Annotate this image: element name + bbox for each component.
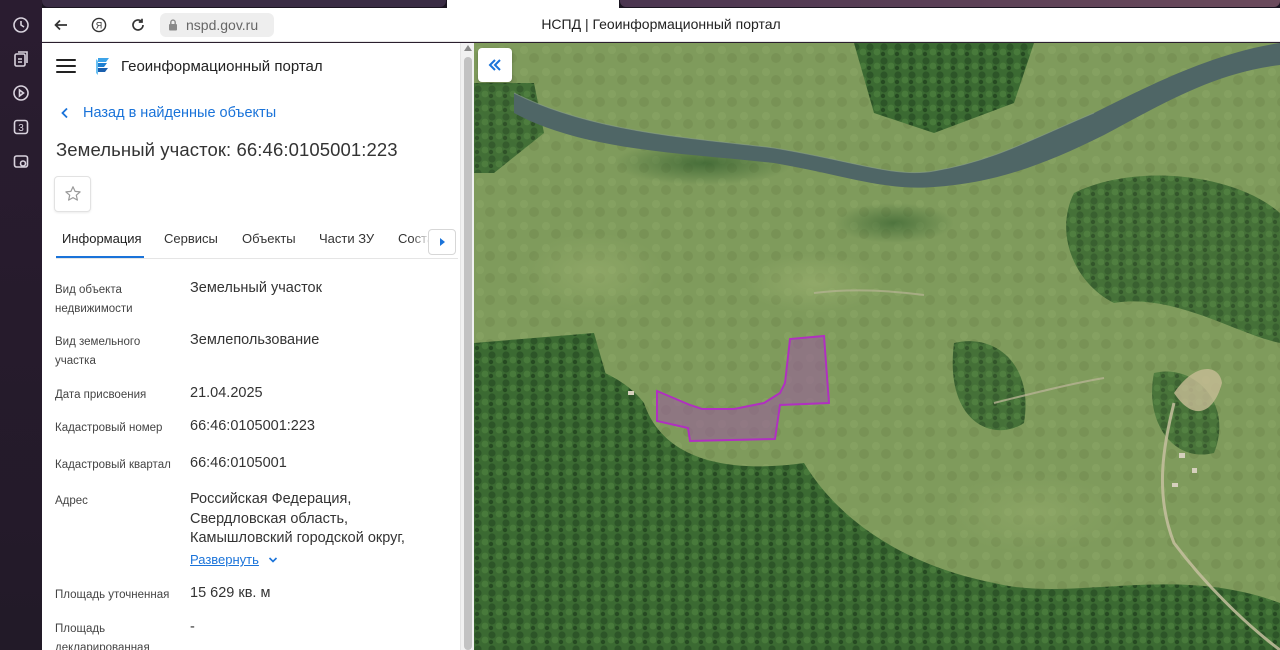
- active-tab-indicator: [56, 256, 144, 258]
- caret-right-icon: [439, 238, 445, 246]
- star-icon: [64, 186, 81, 201]
- logo-icon: [96, 58, 109, 75]
- tab-objects[interactable]: Объекты: [242, 231, 296, 246]
- tab-services[interactable]: Сервисы: [164, 231, 218, 246]
- prop-value-assign-date: 21.04.2025: [190, 385, 263, 401]
- expand-label: Развернуть: [190, 552, 259, 567]
- info-panel: Геоинформационный портал Назад в найденн…: [42, 43, 460, 650]
- browser-toolbar: Я nspd.gov.ru НСПД | Геоинформационный п…: [42, 8, 1280, 42]
- menu-icon[interactable]: [56, 59, 76, 75]
- url-text: nspd.gov.ru: [186, 17, 259, 33]
- chevron-down-icon: [268, 556, 277, 563]
- prop-label-object-type: Вид объекта недвижимости: [55, 284, 133, 315]
- prop-label-cadastral-number: Кадастровый номер: [55, 422, 163, 434]
- prop-value-area-refined: 15 629 кв. м: [190, 585, 271, 601]
- tab-bar: Информация Сервисы Объекты Части ЗУ Сост…: [56, 223, 458, 259]
- panel-scrollbar[interactable]: [460, 43, 474, 650]
- back-arrow-icon[interactable]: [50, 14, 72, 36]
- prop-value-cadastral-number: 66:46:0105001:223: [190, 418, 315, 434]
- prop-label-area-refined: Площадь уточненная: [55, 589, 170, 601]
- browser-tab[interactable]: [42, 0, 446, 7]
- prop-value-area-declared: -: [190, 619, 195, 635]
- scrollbar-thumb[interactable]: [464, 57, 472, 650]
- collections-icon[interactable]: [10, 48, 32, 70]
- tab-strip: [42, 0, 1280, 8]
- history-icon[interactable]: [10, 14, 32, 36]
- expand-address-link[interactable]: Развернуть: [190, 552, 279, 567]
- chevron-left-icon: [61, 107, 68, 119]
- collapse-panel-button[interactable]: [478, 48, 512, 82]
- double-chevron-left-icon: [488, 59, 501, 71]
- object-title: Земельный участок: 66:46:0105001:223: [56, 139, 398, 160]
- portal-name[interactable]: Геоинформационный портал: [121, 58, 323, 75]
- map-imagery: [474, 43, 1280, 650]
- favorite-button[interactable]: [54, 176, 91, 212]
- app-sidebar: 3: [0, 0, 42, 650]
- browser-tab-active[interactable]: [447, 0, 619, 8]
- prop-label-address: Адрес: [55, 495, 88, 507]
- badge-3-icon[interactable]: 3: [10, 116, 32, 138]
- prop-label-cadastral-quarter: Кадастровый квартал: [55, 459, 171, 471]
- svg-text:3: 3: [18, 123, 24, 134]
- reload-icon[interactable]: [127, 14, 149, 36]
- prop-label-assign-date: Дата присвоения: [55, 389, 147, 401]
- prop-label-area-declared: Площадь декларированная: [55, 623, 150, 650]
- back-to-results-link[interactable]: Назад в найденные объекты: [58, 105, 276, 121]
- tab-parts[interactable]: Части ЗУ: [319, 231, 374, 246]
- tabs-scroll-right-button[interactable]: [428, 229, 456, 255]
- back-link-label: Назад в найденные объекты: [83, 105, 277, 121]
- scroll-up-arrow[interactable]: [464, 45, 472, 51]
- address-bar[interactable]: nspd.gov.ru: [160, 13, 274, 37]
- prop-value-land-type: Землепользование: [190, 332, 320, 348]
- prop-label-land-type: Вид земельного участка: [55, 336, 141, 367]
- browser-tab[interactable]: [620, 0, 1280, 7]
- yandex-icon[interactable]: Я: [88, 14, 110, 36]
- camera-icon[interactable]: [10, 151, 32, 173]
- prop-value-address: Российская Федерация, Свердловская облас…: [190, 491, 405, 546]
- play-icon[interactable]: [10, 82, 32, 104]
- satellite-map[interactable]: [474, 43, 1280, 650]
- tab-information[interactable]: Информация: [62, 231, 142, 246]
- prop-value-cadastral-quarter: 66:46:0105001: [190, 455, 287, 471]
- prop-value-object-type: Земельный участок: [190, 280, 322, 296]
- lock-icon: [169, 19, 177, 31]
- svg-text:Я: Я: [96, 20, 103, 30]
